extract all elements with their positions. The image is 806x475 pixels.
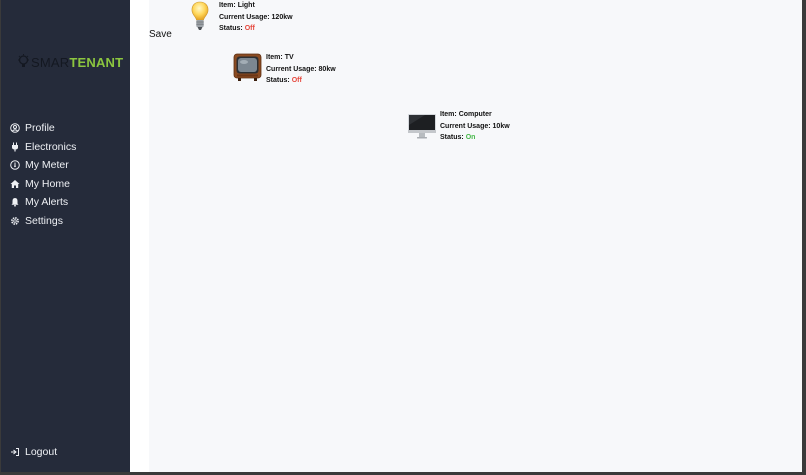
item-value: TV: [284, 54, 294, 61]
user-circle-icon: [10, 123, 20, 134]
content-gutter: [130, 0, 149, 472]
logout-label: Logout: [25, 446, 58, 458]
sidebar-item-label: My Meter: [25, 159, 69, 172]
device-item-row: Item: Computer: [440, 109, 510, 121]
brand-name-part2: TENANT: [69, 54, 124, 70]
device-info: Item: Light Current Usage: 120kw Status:…: [219, 0, 293, 35]
sidebar: SMAR TENANT Profile Electronics My Meter …: [1, 0, 130, 472]
device-item-row: Item: TV: [266, 52, 336, 64]
device-usage-row: Current Usage: 120kw: [219, 12, 293, 24]
home-icon: [10, 179, 20, 189]
sidebar-item-my-meter[interactable]: My Meter: [10, 156, 76, 175]
device-card-light[interactable]: Item: Light Current Usage: 120kw Status:…: [189, 0, 293, 35]
usage-label: Current Usage:: [440, 122, 491, 130]
device-card-computer[interactable]: Item: Computer Current Usage: 10kw Statu…: [407, 109, 510, 144]
device-info: Item: Computer Current Usage: 10kw Statu…: [440, 109, 510, 144]
logout-icon: [10, 447, 20, 457]
usage-value: 120kw: [271, 13, 293, 21]
usage-value: 80kw: [318, 65, 336, 73]
sidebar-item-settings[interactable]: Settings: [10, 212, 76, 231]
sidebar-nav: Profile Electronics My Meter My Home My …: [10, 119, 76, 230]
tv-icon: [233, 52, 262, 82]
computer-icon: [407, 109, 437, 140]
bell-icon: [10, 197, 20, 207]
device-item-row: Item: Light: [219, 0, 293, 12]
item-label: Item:: [219, 2, 236, 9]
device-status-row: Status: Off: [219, 23, 293, 35]
window-edge: [802, 0, 806, 475]
usage-label: Current Usage:: [266, 65, 317, 73]
status-label: Status:: [266, 77, 290, 85]
device-usage-row: Current Usage: 10kw: [440, 121, 510, 133]
sidebar-item-my-home[interactable]: My Home: [10, 175, 76, 194]
gauge-icon: [10, 160, 20, 171]
status-value: Off: [291, 77, 302, 85]
sidebar-item-label: Profile: [25, 122, 55, 135]
brand-name-part1: SMAR: [31, 54, 70, 70]
sidebar-item-label: Settings: [25, 214, 63, 227]
gear-icon: [10, 216, 20, 226]
bulb-logo-icon: [18, 54, 29, 67]
device-card-tv[interactable]: Item: TV Current Usage: 80kw Status: Off: [233, 52, 336, 87]
status-value: On: [465, 134, 476, 142]
usage-value: 10kw: [492, 122, 510, 130]
sidebar-item-label: My Alerts: [25, 196, 69, 209]
sidebar-item-label: My Home: [25, 177, 70, 190]
device-status-row: Status: On: [440, 132, 510, 144]
item-label: Item:: [440, 111, 457, 118]
save-button[interactable]: Save: [149, 29, 172, 40]
logout-button[interactable]: Logout: [10, 444, 57, 460]
brand-logo: SMAR TENANT: [17, 53, 123, 71]
sidebar-item-label: Electronics: [25, 140, 77, 153]
sidebar-item-electronics[interactable]: Electronics: [10, 138, 76, 157]
item-label: Item:: [266, 54, 283, 61]
plug-icon: [10, 142, 20, 152]
item-value: Computer: [458, 111, 492, 118]
light-bulb-icon: [189, 0, 211, 32]
sidebar-item-profile[interactable]: Profile: [10, 119, 76, 138]
device-status-row: Status: Off: [266, 75, 336, 87]
item-value: Light: [237, 2, 255, 9]
status-label: Status:: [219, 25, 243, 33]
device-usage-row: Current Usage: 80kw: [266, 64, 336, 76]
usage-label: Current Usage:: [219, 13, 270, 21]
status-label: Status:: [440, 134, 464, 142]
device-info: Item: TV Current Usage: 80kw Status: Off: [266, 52, 336, 87]
sidebar-item-my-alerts[interactable]: My Alerts: [10, 193, 76, 212]
status-value: Off: [244, 25, 255, 33]
